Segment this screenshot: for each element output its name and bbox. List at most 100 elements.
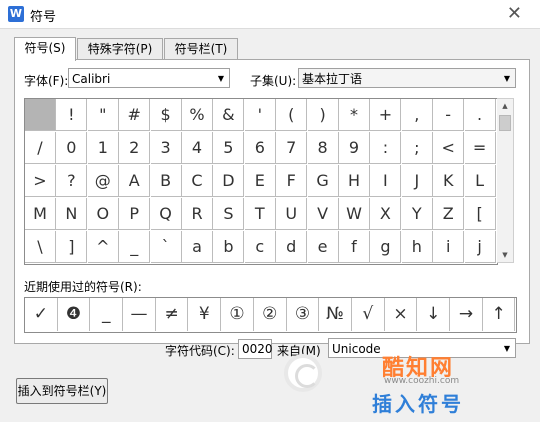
symbol-cell[interactable]: L	[464, 165, 496, 197]
symbol-cell[interactable]: 3	[150, 132, 182, 164]
grid-scrollbar[interactable]: ▲ ▼	[497, 98, 514, 263]
symbol-cell[interactable]: 0	[56, 132, 88, 164]
recent-symbol-cell[interactable]: ❹	[58, 298, 91, 331]
symbol-cell[interactable]: @	[87, 165, 119, 197]
symbol-cell[interactable]: Q	[150, 198, 182, 230]
symbol-cell[interactable]: _	[119, 231, 151, 263]
recent-symbol-cell[interactable]: _	[90, 298, 124, 331]
symbol-cell[interactable]: O	[87, 198, 119, 230]
symbol-cell[interactable]: 1	[87, 132, 119, 164]
symbol-cell[interactable]	[25, 99, 56, 131]
symbol-cell[interactable]: A	[119, 165, 151, 197]
symbol-cell[interactable]: ^	[87, 231, 119, 263]
symbol-cell[interactable]: ]	[56, 231, 88, 263]
symbol-cell[interactable]: #	[119, 99, 151, 131]
symbol-cell[interactable]: V	[307, 198, 339, 230]
symbol-cell[interactable]: S	[213, 198, 245, 230]
symbol-cell[interactable]: =	[464, 132, 496, 164]
symbol-cell[interactable]: *	[339, 99, 370, 131]
tab-special-characters[interactable]: 特殊字符(P)	[77, 38, 163, 60]
symbol-cell[interactable]: \	[25, 231, 56, 263]
symbol-cell[interactable]: b	[213, 231, 245, 263]
symbol-cell[interactable]: 4	[182, 132, 213, 164]
symbol-cell[interactable]: "	[87, 99, 119, 131]
scroll-thumb[interactable]	[499, 115, 511, 131]
symbol-cell[interactable]: '	[244, 99, 276, 131]
symbol-cell[interactable]: >	[25, 165, 56, 197]
symbol-cell[interactable]: D	[213, 165, 245, 197]
symbol-cell[interactable]: 7	[276, 132, 308, 164]
symbol-cell[interactable]: %	[182, 99, 213, 131]
symbol-cell[interactable]: f	[339, 231, 370, 263]
symbol-cell[interactable]: (	[276, 99, 308, 131]
recent-symbol-cell[interactable]: ③	[287, 298, 320, 331]
symbol-cell[interactable]: 8	[307, 132, 339, 164]
symbol-cell[interactable]: d	[276, 231, 308, 263]
symbol-cell[interactable]: a	[182, 231, 213, 263]
symbol-cell[interactable]: :	[370, 132, 402, 164]
symbol-cell[interactable]: /	[25, 132, 56, 164]
symbol-cell[interactable]: -	[433, 99, 465, 131]
recent-symbol-cell[interactable]: —	[123, 298, 156, 331]
symbol-cell[interactable]: B	[150, 165, 182, 197]
symbol-cell[interactable]: <	[433, 132, 465, 164]
recent-symbol-cell[interactable]: ②	[254, 298, 287, 331]
scroll-up-icon[interactable]: ▲	[497, 99, 513, 113]
symbol-cell[interactable]: +	[370, 99, 402, 131]
symbol-cell[interactable]: 5	[213, 132, 245, 164]
symbol-cell[interactable]: ?	[56, 165, 88, 197]
symbol-cell[interactable]: h	[401, 231, 433, 263]
symbol-cell[interactable]: M	[25, 198, 56, 230]
symbol-cell[interactable]: T	[244, 198, 276, 230]
insert-to-symbol-bar-button[interactable]: 插入到符号栏(Y)	[16, 378, 108, 404]
recent-symbol-cell[interactable]: →	[450, 298, 483, 331]
symbol-cell[interactable]: N	[56, 198, 88, 230]
symbol-cell[interactable]: W	[339, 198, 370, 230]
tab-symbol-bar[interactable]: 符号栏(T)	[164, 38, 238, 60]
symbol-cell[interactable]: R	[182, 198, 213, 230]
symbol-cell[interactable]: E	[244, 165, 276, 197]
symbol-cell[interactable]: P	[119, 198, 151, 230]
recent-symbol-cell[interactable]: √	[352, 298, 385, 331]
symbol-cell[interactable]: i	[433, 231, 465, 263]
symbol-cell[interactable]: 2	[119, 132, 151, 164]
symbol-cell[interactable]: ,	[401, 99, 433, 131]
charcode-input[interactable]: 0020	[238, 339, 273, 359]
symbol-cell[interactable]: c	[244, 231, 276, 263]
recent-symbol-cell[interactable]: ≠	[156, 298, 189, 331]
recent-symbol-cell[interactable]: ↓	[417, 298, 451, 331]
recent-symbol-cell[interactable]: ①	[221, 298, 254, 331]
recent-symbol-cell[interactable]: ¥	[189, 298, 222, 331]
symbol-cell[interactable]: I	[370, 165, 402, 197]
symbol-cell[interactable]: J	[401, 165, 433, 197]
symbol-cell[interactable]: j	[464, 231, 496, 263]
tab-symbols[interactable]: 符号(S)	[14, 37, 76, 61]
symbol-cell[interactable]: `	[150, 231, 182, 263]
symbol-cell[interactable]: $	[150, 99, 182, 131]
symbol-cell[interactable]: [	[464, 198, 496, 230]
symbol-cell[interactable]: .	[464, 99, 496, 131]
recent-symbol-cell[interactable]: ↑	[483, 298, 516, 331]
symbol-cell[interactable]: e	[307, 231, 339, 263]
font-select[interactable]: Calibri ▼	[68, 68, 230, 88]
symbol-cell[interactable]: Z	[433, 198, 465, 230]
scroll-down-icon[interactable]: ▼	[497, 248, 513, 262]
symbol-cell[interactable]: H	[339, 165, 370, 197]
subset-select[interactable]: 基本拉丁语 ▼	[298, 68, 516, 88]
symbol-cell[interactable]: !	[56, 99, 88, 131]
symbol-cell[interactable]: )	[307, 99, 339, 131]
symbol-cell[interactable]: 6	[244, 132, 276, 164]
symbol-cell[interactable]: U	[276, 198, 308, 230]
symbol-cell[interactable]: &	[213, 99, 245, 131]
symbol-cell[interactable]: 9	[339, 132, 370, 164]
symbol-cell[interactable]: ;	[401, 132, 433, 164]
symbol-cell[interactable]: K	[433, 165, 465, 197]
recent-symbol-cell[interactable]: №	[319, 298, 352, 331]
symbol-cell[interactable]: G	[307, 165, 339, 197]
symbol-cell[interactable]: Y	[401, 198, 433, 230]
symbol-cell[interactable]: C	[182, 165, 213, 197]
symbol-cell[interactable]: X	[370, 198, 402, 230]
recent-symbol-cell[interactable]: ✓	[25, 298, 58, 331]
recent-symbol-cell[interactable]: ×	[385, 298, 418, 331]
close-icon[interactable]: ✕	[507, 3, 522, 24]
